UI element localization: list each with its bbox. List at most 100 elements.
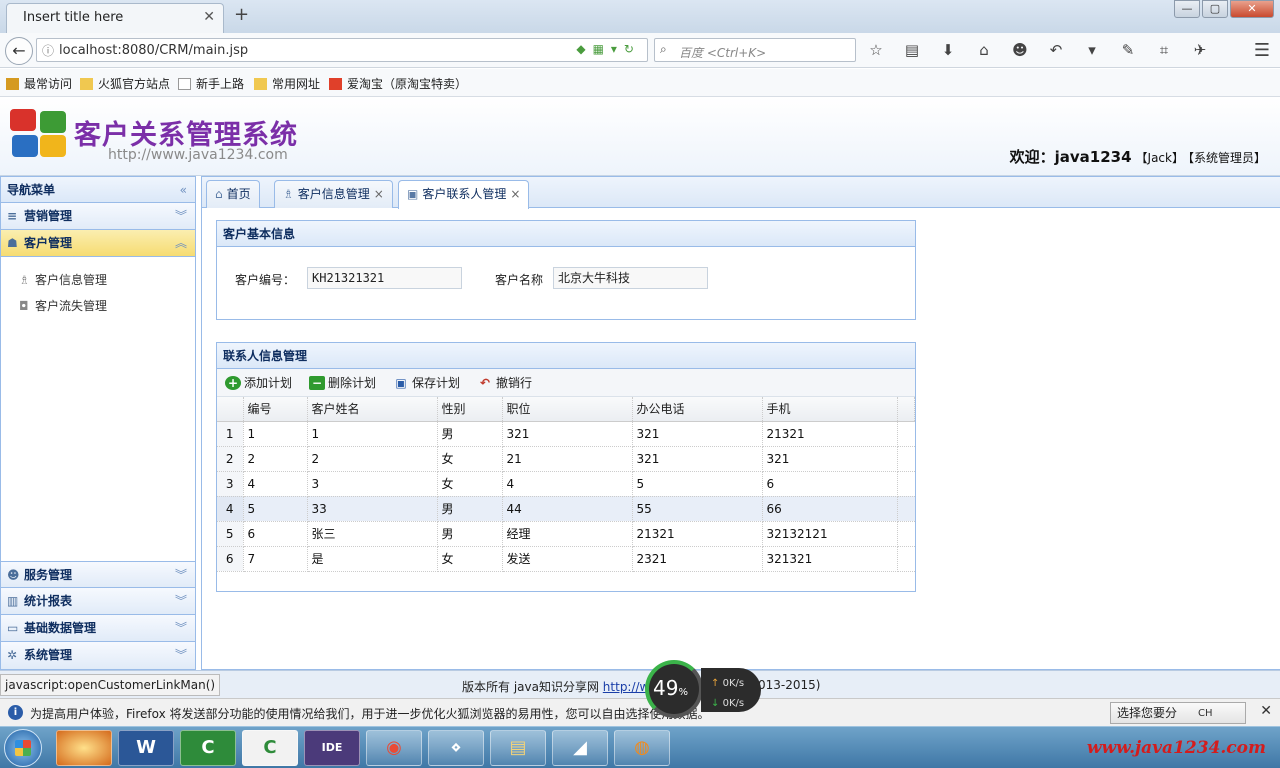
tab-close-icon[interactable]: × — [374, 187, 384, 201]
table-cell[interactable]: 4 — [502, 471, 633, 497]
copyright-link[interactable]: http://w — [603, 680, 650, 694]
search-bar[interactable]: ⌕ 百度 <Ctrl+K> — [654, 38, 856, 62]
table-row[interactable]: 5 6 张三男经理 21321 32132121 — [217, 521, 915, 547]
table-row[interactable]: 2 2 2 女 21 321 321 — [217, 446, 915, 472]
delete-plan-button[interactable]: − 删除计划 — [309, 374, 376, 391]
collapse-icon[interactable]: ︽ — [175, 230, 187, 257]
column-header[interactable]: 办公电话 — [632, 397, 763, 422]
browser-tab-close-icon[interactable]: ✕ — [203, 9, 215, 25]
table-row[interactable]: 6 7 是女发送 2321 321321 — [217, 546, 915, 572]
choose-share-button[interactable]: 选择您要分 — [1110, 702, 1246, 724]
add-plan-button[interactable]: + 添加计划 — [225, 374, 292, 391]
table-cell[interactable]: 女 — [437, 471, 503, 497]
table-cell[interactable]: 21321 — [762, 421, 898, 447]
table-cell[interactable]: 2 — [307, 446, 438, 472]
bookmark-star-icon[interactable]: ☆ — [866, 41, 886, 59]
save-plan-button[interactable]: ▣ 保存计划 — [393, 374, 460, 391]
table-cell[interactable]: 2 — [243, 446, 308, 472]
sidebar-panel-service[interactable]: ☻ 服务管理 ︾ — [1, 561, 195, 588]
sidebar-item-customer-info[interactable]: ♗ 客户信息管理 — [1, 267, 195, 293]
back-button[interactable]: ← — [5, 37, 33, 65]
new-tab-button[interactable]: + — [234, 4, 249, 25]
sidebar-panel-marketing[interactable]: ≡ 营销管理 ︾ — [1, 203, 195, 230]
start-button[interactable] — [4, 729, 42, 767]
table-cell[interactable]: 发送 — [502, 546, 633, 572]
table-cell[interactable]: 33 — [307, 496, 438, 522]
customer-name-field[interactable]: 北京大牛科技 — [553, 267, 708, 289]
site-info-icon[interactable]: ⓘ — [42, 42, 54, 59]
expand-icon[interactable]: ︾ — [175, 203, 187, 230]
taskbar-app-tool[interactable]: ⋄ — [428, 730, 484, 766]
browser-tab[interactable]: Insert title here ✕ — [6, 3, 224, 33]
tab-close-icon[interactable]: × — [510, 187, 520, 201]
undo-icon[interactable]: ↶ — [1046, 41, 1066, 59]
table-cell[interactable]: 5 — [243, 496, 308, 522]
taskbar-app-notepad[interactable]: ◢ — [552, 730, 608, 766]
column-header[interactable]: 性别 — [437, 397, 503, 422]
taskbar-app-java-ee-ide[interactable]: IDE — [304, 730, 360, 766]
table-cell[interactable]: 张三 — [307, 521, 438, 547]
menu-icon[interactable]: ☰ — [1254, 40, 1270, 61]
taskbar-app-chrome[interactable]: ◉ — [366, 730, 422, 766]
bookmark-common-sites[interactable]: 常用网址 — [254, 75, 320, 92]
table-cell[interactable]: 是 — [307, 546, 438, 572]
expand-icon[interactable]: ︾ — [175, 615, 187, 642]
bookmarks-list-icon[interactable]: ▤ — [902, 41, 922, 59]
table-cell[interactable]: 男 — [437, 421, 503, 447]
sidebar-item-customer-loss[interactable]: ◘ 客户流失管理 — [1, 293, 195, 319]
bookmark-most-visited[interactable]: 最常访问 — [6, 75, 72, 92]
crop-icon[interactable]: ⌗ — [1154, 41, 1174, 59]
tab-customer-contacts[interactable]: ▣ 客户联系人管理 × — [398, 180, 530, 209]
taskbar-app-firefox[interactable]: ◍ — [614, 730, 670, 766]
table-cell[interactable]: 3 — [307, 471, 438, 497]
table-cell[interactable]: 21 — [502, 446, 633, 472]
expand-icon[interactable]: ︾ — [175, 562, 187, 589]
minimize-button[interactable]: — — [1174, 0, 1200, 18]
table-cell[interactable]: 321 — [762, 446, 898, 472]
notification-close-icon[interactable]: ✕ — [1260, 703, 1272, 719]
bookmark-firefox-site[interactable]: 火狐官方站点 — [80, 75, 170, 92]
addon-icon[interactable]: ✈ — [1190, 41, 1210, 59]
sidebar-panel-reports[interactable]: ▥ 统计报表 ︾ — [1, 588, 195, 615]
table-cell[interactable]: 55 — [632, 496, 763, 522]
downloads-icon[interactable]: ⬇ — [938, 41, 958, 59]
table-cell[interactable]: 321 — [632, 421, 763, 447]
column-header[interactable]: 客户姓名 — [307, 397, 438, 422]
undo-row-button[interactable]: ↶ 撤销行 — [477, 374, 532, 391]
table-cell[interactable]: 男 — [437, 521, 503, 547]
table-cell[interactable]: 7 — [243, 546, 308, 572]
table-cell[interactable]: 女 — [437, 546, 503, 572]
table-cell[interactable]: 5 — [632, 471, 763, 497]
address-bar[interactable]: ⓘ localhost:8080/CRM/main.jsp ◆▦▾↻ — [36, 38, 648, 62]
table-cell[interactable]: 21321 — [632, 521, 763, 547]
table-cell[interactable]: 321321 — [762, 546, 898, 572]
table-row[interactable]: 4 5 33 男 44 55 66 — [217, 496, 915, 522]
address-bar-actions[interactable]: ◆▦▾↻ — [576, 42, 641, 56]
expand-icon[interactable]: ︾ — [175, 588, 187, 615]
expand-icon[interactable]: ︾ — [175, 642, 187, 669]
comment-icon[interactable]: ✎ — [1118, 41, 1138, 59]
table-cell[interactable]: 321 — [632, 446, 763, 472]
tab-home[interactable]: ⌂ 首页 — [206, 180, 260, 208]
bookmark-getting-started[interactable]: 新手上路 — [178, 75, 244, 92]
chat-icon[interactable]: ☻ — [1010, 41, 1030, 59]
table-cell[interactable]: 经理 — [502, 521, 633, 547]
column-header[interactable]: 手机 — [762, 397, 898, 422]
column-header[interactable]: 编号 — [243, 397, 308, 422]
column-header[interactable]: 职位 — [502, 397, 633, 422]
dropdown-icon[interactable]: ▾ — [1082, 41, 1102, 59]
sidebar-panel-system[interactable]: ✲ 系统管理 ︾ — [1, 642, 195, 669]
customer-code-field[interactable]: KH21321321 — [307, 267, 462, 289]
table-cell[interactable]: 女 — [437, 446, 503, 472]
taskbar-app-camtasia[interactable]: C — [180, 730, 236, 766]
table-cell[interactable]: 1 — [243, 421, 308, 447]
home-icon[interactable]: ⌂ — [974, 41, 994, 59]
taskbar-app-pinwheel[interactable] — [56, 730, 112, 766]
table-cell[interactable]: 男 — [437, 496, 503, 522]
table-cell[interactable]: 6 — [762, 471, 898, 497]
table-cell[interactable]: 44 — [502, 496, 633, 522]
table-row[interactable]: 343女456 — [217, 471, 915, 497]
table-cell[interactable]: 2321 — [632, 546, 763, 572]
table-cell[interactable]: 32132121 — [762, 521, 898, 547]
taskbar-app-word[interactable]: W — [118, 730, 174, 766]
